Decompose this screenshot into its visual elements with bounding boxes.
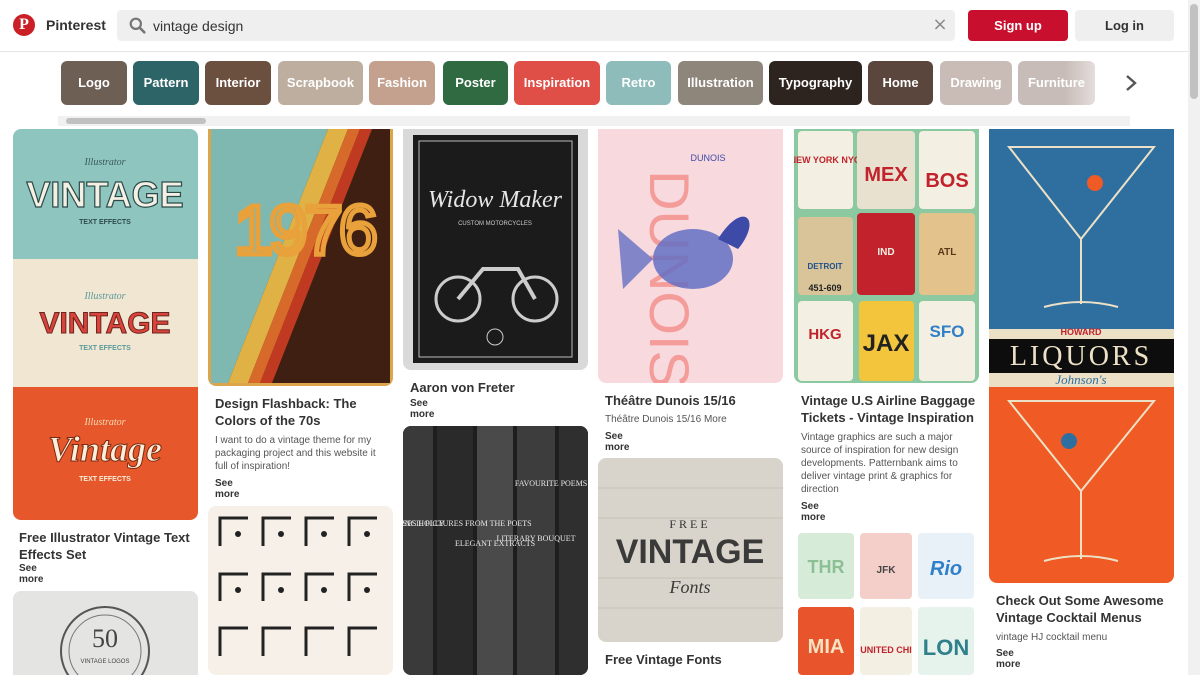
pin-image[interactable]: 50 VINTAGE LOGOS	[13, 591, 198, 675]
art-text: FAVOURITE POEMS GIFT BARD	[515, 479, 588, 488]
guides-scrollbar[interactable]	[58, 116, 1130, 126]
guide-chip-scrapbook[interactable]: Scrapbook	[278, 61, 363, 105]
art-text: Widow Maker	[428, 187, 563, 213]
art-text: DETROIT	[807, 262, 842, 271]
art-text: JAX	[863, 330, 910, 357]
guide-chip-home[interactable]: Home	[868, 61, 933, 105]
art-text: LON	[923, 635, 969, 660]
search-icon	[129, 17, 146, 34]
pin-title[interactable]: Check Out Some Awesome Vintage Cocktail …	[996, 592, 1176, 626]
guide-chip-fashion[interactable]: Fashion	[369, 61, 435, 105]
guide-chip-illustration[interactable]: Illustration	[678, 61, 763, 105]
pin-image[interactable]: 1976	[208, 129, 393, 386]
art-text: THR	[808, 557, 845, 577]
art-text: BOS	[925, 170, 968, 192]
pin-image[interactable]: Widow Maker CUSTOM MOTORCYCLES	[403, 129, 588, 370]
art-text: MEX	[864, 164, 908, 186]
page-scrollbar[interactable]	[1188, 0, 1200, 675]
art-text: Johnson's	[1055, 372, 1106, 387]
pin-image[interactable]: Illustrator VINTAGE TEXT EFFECTS Illustr…	[13, 129, 198, 520]
art-text: Illustrator	[83, 291, 125, 302]
pinterest-logo-icon[interactable]: P	[13, 14, 35, 36]
pin-description: Théâtre Dunois 15/16 More	[605, 414, 727, 425]
art-text: TEXT EFFECTS	[79, 345, 131, 352]
art-text: 50	[92, 624, 118, 653]
art-text: Illustrator	[83, 157, 125, 168]
guide-chip-logo[interactable]: Logo	[61, 61, 127, 105]
pin-title[interactable]: Aaron von Freter	[410, 379, 590, 396]
art-text: VINTAGE	[39, 307, 170, 340]
pin-image[interactable]: NEW YORK NYC MEX BOS DETROIT IND ATL 451…	[794, 129, 979, 383]
art-text: Illustrator	[83, 417, 125, 428]
art-text: LITERARY BOUQUET	[496, 534, 575, 543]
pin-description: I want to do a vintage theme for my pack…	[215, 435, 376, 472]
search-guides: Logo Pattern Interior Scrapbook Fashion Poste…	[0, 53, 1188, 129]
guide-chip-inspiration[interactable]: Inspiration	[514, 61, 600, 105]
pin-image[interactable]: FREE VINTAGE Fonts	[598, 458, 783, 642]
guide-chip-pattern[interactable]: Pattern	[133, 61, 199, 105]
see-more-link[interactable]: See more	[801, 501, 825, 523]
art-text: TEXT EFFECTS	[79, 219, 131, 226]
guide-chip-typography[interactable]: Typography	[769, 61, 862, 105]
see-more-link[interactable]: See more	[19, 563, 43, 585]
art-text: FREE	[669, 517, 710, 531]
search-bar[interactable]: ×	[117, 10, 955, 41]
art-text: PEN PENCIL PICTURES FROM THE POETS	[403, 519, 532, 528]
art-text: NEW YORK NYC	[794, 155, 861, 165]
see-more-link[interactable]: See more	[605, 431, 629, 453]
art-text: Fonts	[668, 577, 710, 597]
see-more-link[interactable]: See more	[215, 478, 239, 500]
pin-title[interactable]: Vintage U.S Airline Baggage Tickets - Vi…	[801, 392, 981, 426]
art-text: HKG	[808, 326, 841, 343]
art-text: 1976	[234, 191, 375, 269]
page-scrollbar-thumb[interactable]	[1190, 4, 1198, 99]
guide-chip-retro[interactable]: Retro	[606, 61, 671, 105]
art-text: DUNOIS	[690, 153, 725, 163]
art-text: JFK	[877, 565, 897, 576]
art-text: MIA	[808, 636, 845, 658]
brand-name[interactable]: Pinterest	[46, 17, 106, 33]
top-navigation-bar: P Pinterest × Sign up Log in	[0, 0, 1188, 52]
art-text: HOWARD	[1061, 327, 1102, 337]
pin-description: vintage HJ cocktail menu	[996, 632, 1108, 643]
pin-image[interactable]: ROSES HOLLY PEN PENCIL PICTURES FROM THE…	[403, 426, 588, 675]
art-text: IND	[877, 247, 894, 258]
pin-title[interactable]: Free Vintage Fonts	[605, 651, 785, 668]
search-input[interactable]	[153, 10, 923, 41]
log-in-button[interactable]: Log in	[1075, 10, 1174, 41]
art-text: VINTAGE	[26, 174, 183, 215]
art-text: Vintage	[48, 429, 162, 469]
see-more-link[interactable]: See more	[410, 398, 434, 420]
art-text: VINTAGE	[616, 533, 765, 571]
pin-title[interactable]: Free Illustrator Vintage Text Effects Se…	[19, 529, 199, 563]
art-text: LIQUORS	[1010, 341, 1152, 372]
pin-title[interactable]: Théâtre Dunois 15/16	[605, 392, 785, 409]
pin-title[interactable]: Design Flashback: The Colors of the 70s	[215, 395, 395, 429]
guides-scrollbar-thumb[interactable]	[66, 118, 206, 124]
art-text: CUSTOM MOTORCYCLES	[458, 221, 532, 227]
pin-image[interactable]: THR JFK Rio MIA UNITED CHI LON	[794, 529, 979, 675]
see-more-link[interactable]: See more	[996, 648, 1020, 670]
art-text: 451-609	[808, 283, 841, 293]
pin-grid: Illustrator VINTAGE TEXT EFFECTS Illustr…	[0, 129, 1188, 675]
art-text: ATL	[938, 247, 957, 258]
art-text: Rio	[930, 558, 962, 580]
art-text: SFO	[930, 322, 965, 341]
guide-chip-interior[interactable]: Interior	[205, 61, 271, 105]
pin-image[interactable]	[208, 506, 393, 675]
guide-chip-poster[interactable]: Poster	[443, 61, 508, 105]
pin-description: Vintage graphics are such a major source…	[801, 432, 959, 495]
guide-chip-drawing[interactable]: Drawing	[940, 61, 1012, 105]
pin-image[interactable]: HOWARD LIQUORS Johnson's	[989, 129, 1174, 583]
pin-image[interactable]: DUNOIS DUNOIS	[598, 129, 783, 383]
art-text: TEXT EFFECTS	[79, 476, 131, 483]
chips-fade-overlay	[1065, 53, 1125, 113]
clear-search-icon[interactable]: ×	[930, 15, 950, 35]
chevron-right-icon[interactable]	[1122, 73, 1140, 93]
art-text: UNITED CHI	[860, 645, 912, 655]
sign-up-button[interactable]: Sign up	[968, 10, 1068, 41]
art-text: VINTAGE LOGOS	[81, 659, 130, 665]
